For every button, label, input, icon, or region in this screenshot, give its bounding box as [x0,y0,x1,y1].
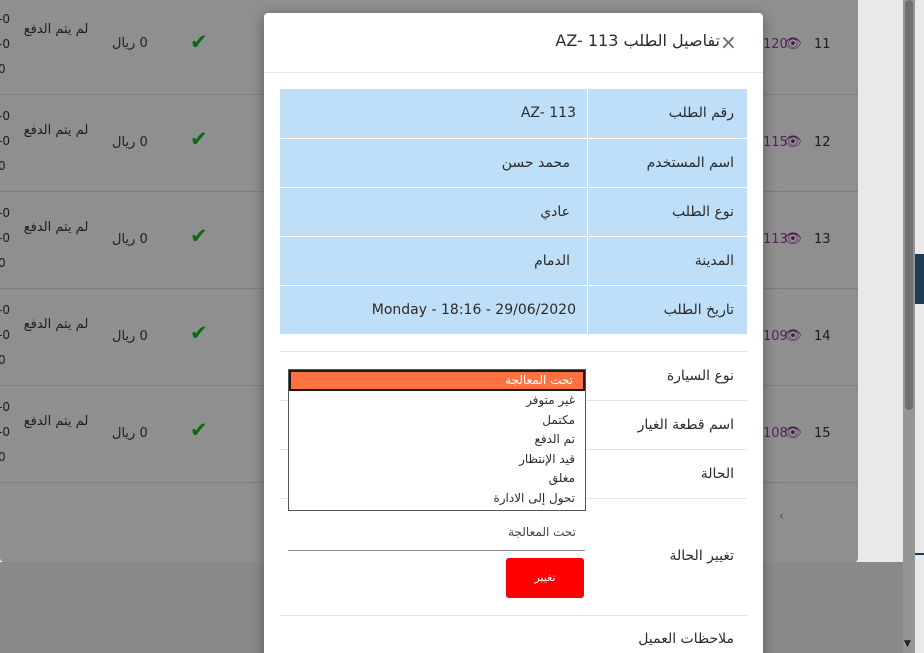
change-status-label: تغيير الحالة [669,548,734,564]
check-icon: ✔ [190,224,208,248]
payment-status: لم يتم الدفع [23,317,89,332]
status-select[interactable]: تحت المعالجة [288,525,585,551]
edge-accent [915,254,924,304]
cut-cell: -0-00 [0,109,10,173]
row-number: 12 [814,135,831,150]
row-number: 15 [814,426,831,441]
info-row-username: اسم المستخدم محمد حسن [280,138,747,187]
info-row-city: المدينة الدمام [280,236,747,285]
edge-line [915,553,924,555]
dropdown-option[interactable]: قيد الإنتظار [289,450,585,470]
info-label: تاريخ الطلب [587,286,747,334]
part-name-label: اسم قطعة الغيار [637,417,734,433]
status-label: الحالة [700,466,734,482]
amount: 0 ريال [112,426,148,441]
pagination-prev[interactable]: ‹ [779,509,784,523]
cut-cell: -0-00 [0,303,10,367]
cut-cell: -0-00 [0,206,10,270]
modal-header: تفاصيل الطلب AZ- 113 × [264,13,763,73]
cut-cell: -0-00 [0,12,10,76]
dropdown-option[interactable]: مغلق [289,469,585,489]
info-label: المدينة [587,237,747,285]
status-dropdown-list[interactable]: تحت المعالجة غير متوفر مكتمل تم الدفع قي… [288,369,586,511]
scroll-down-arrow-icon[interactable]: ▼ [904,639,911,649]
amount: 0 ريال [112,329,148,344]
customer-notes-row: ملاحظات العميل [280,615,747,653]
amount: 0 ريال [112,232,148,247]
dropdown-option[interactable]: مكتمل [289,411,585,431]
info-label: نوع الطلب [587,188,747,236]
eye-icon[interactable]: 👁 [784,231,802,247]
payment-status: لم يتم الدفع [23,414,89,429]
check-icon: ✔ [190,321,208,345]
check-icon: ✔ [190,127,208,151]
info-label: اسم المستخدم [587,139,747,187]
info-value: محمد حسن [501,155,570,171]
dropdown-option[interactable]: غير متوفر [289,391,585,411]
row-number: 13 [814,232,831,247]
eye-icon[interactable]: 👁 [784,36,802,52]
row-number: 14 [814,329,831,344]
car-type-label: نوع السيارة [666,368,734,384]
order-details-modal: تفاصيل الطلب AZ- 113 × رقم الطلب AZ- 113… [264,13,763,653]
amount: 0 ريال [112,36,148,51]
eye-icon[interactable]: 👁 [784,425,802,441]
dropdown-option[interactable]: تحول إلى الادارة [289,489,585,509]
cut-cell: -0-00 [0,400,10,464]
change-status-button[interactable]: تغيير [506,558,584,598]
info-row-order-type: نوع الطلب عادي [280,187,747,236]
payment-status: لم يتم الدفع [23,123,89,138]
dropdown-option[interactable]: تم الدفع [289,430,585,450]
amount: 0 ريال [112,135,148,150]
info-value: AZ- 113 [520,105,576,121]
eye-icon[interactable]: 👁 [784,134,802,150]
payment-status: لم يتم الدفع [23,220,89,235]
dropdown-option[interactable]: تحت المعالجة [289,370,585,391]
customer-notes-label: ملاحظات العميل [638,631,734,647]
page-scrollbar[interactable]: ▼ [903,0,915,653]
check-icon: ✔ [190,30,208,54]
check-icon: ✔ [190,418,208,442]
info-label: رقم الطلب [587,89,747,138]
scrollbar-thumb[interactable] [905,0,913,410]
info-value: الدمام [534,253,570,269]
info-row-order-number: رقم الطلب AZ- 113 [280,89,747,138]
payment-status: لم يتم الدفع [23,22,89,37]
order-info-table: رقم الطلب AZ- 113 اسم المستخدم محمد حسن … [280,89,747,334]
eye-icon[interactable]: 👁 [784,328,802,344]
info-row-order-date: تاريخ الطلب Monday - 18:16 - 29/06/2020 [280,285,747,334]
info-value: Monday - 18:16 - 29/06/2020 [371,302,576,318]
close-icon[interactable]: × [720,30,737,54]
info-value: عادي [540,204,570,220]
row-number: 11 [814,37,831,52]
modal-title: تفاصيل الطلب AZ- 113 [555,31,720,50]
